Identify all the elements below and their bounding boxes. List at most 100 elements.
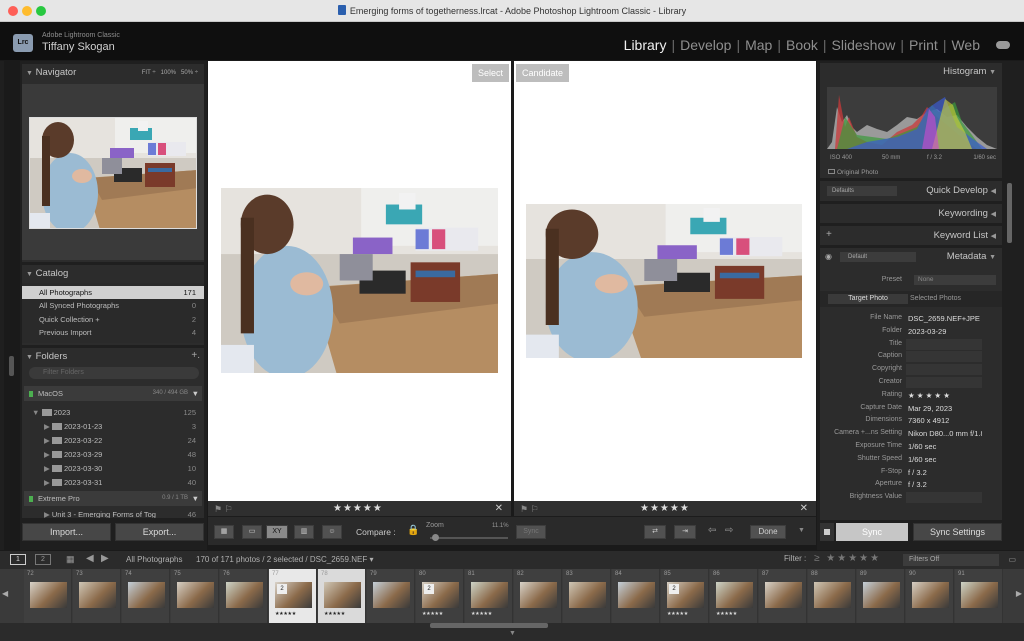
- filmstrip-cell[interactable]: 89: [857, 569, 905, 623]
- filmstrip-cell[interactable]: 78 ★★★★★: [318, 569, 366, 623]
- filmstrip-thumbnail[interactable]: [814, 582, 851, 608]
- lock-icon[interactable]: 🔒: [407, 525, 419, 536]
- filmstrip-thumbnail[interactable]: [765, 582, 802, 608]
- collapse-triangle-icon[interactable]: ▼: [26, 70, 33, 77]
- make-select-icon[interactable]: ⇥: [674, 525, 696, 539]
- folder-item[interactable]: ▶ 2023-03-31 40: [22, 476, 204, 489]
- module-slideshow[interactable]: Slideshow: [832, 37, 896, 53]
- volume-extreme-pro[interactable]: Extreme Pro 0.9 / 1 TB ▼: [24, 491, 202, 506]
- zoom-fit[interactable]: FIT: [142, 70, 151, 76]
- close-icon[interactable]: ✕: [800, 501, 808, 517]
- metadata-value[interactable]: Mar 29, 2023: [906, 403, 982, 414]
- module-book[interactable]: Book: [786, 37, 818, 53]
- metadata-value[interactable]: 1/60 sec: [906, 454, 982, 465]
- swap-icon[interactable]: ⇄: [644, 525, 666, 539]
- grid-icon[interactable]: ▦: [66, 554, 75, 565]
- metadata-value[interactable]: f / 3.2: [906, 467, 982, 478]
- metadata-view-select[interactable]: Default: [840, 252, 916, 262]
- filmstrip-scrollbar[interactable]: [430, 623, 548, 628]
- module-library[interactable]: Library: [624, 37, 667, 53]
- filmstrip-thumbnail[interactable]: [716, 582, 753, 608]
- metadata-value[interactable]: DSC_2659.NEF+JPE: [906, 313, 982, 324]
- zoom-slider[interactable]: [430, 537, 508, 539]
- filmstrip-cell[interactable]: 77 2 ★★★★★: [269, 569, 317, 623]
- chevron-down-icon[interactable]: ▼: [192, 491, 199, 506]
- keyword-list-header[interactable]: + Keyword List ◀: [820, 226, 1002, 245]
- navigator-preview[interactable]: [29, 117, 197, 229]
- metadata-value[interactable]: 7360 x 4912: [906, 415, 982, 426]
- filmstrip-thumbnail[interactable]: [569, 582, 606, 608]
- metadata-value[interactable]: Nikon D80...0 mm f/1.8): [906, 428, 982, 439]
- zoom-50[interactable]: 50%: [181, 70, 193, 76]
- metadata-value[interactable]: [906, 377, 982, 388]
- filmstrip-thumbnail[interactable]: [912, 582, 949, 608]
- metadata-value[interactable]: 2023-03-29: [906, 326, 982, 337]
- quick-develop-preset[interactable]: Defaults: [827, 186, 897, 196]
- filter-toggle-icon[interactable]: ▭: [1008, 555, 1016, 564]
- metadata-value[interactable]: 1/60 sec: [906, 441, 982, 452]
- filmstrip-cell[interactable]: 79: [367, 569, 415, 623]
- preset-select[interactable]: None: [914, 275, 996, 285]
- folder-filter-input[interactable]: Filter Folders: [29, 367, 199, 379]
- filmstrip-left-icon[interactable]: ◀: [2, 589, 8, 598]
- flag-icon[interactable]: ⚑ ⚐: [214, 501, 233, 517]
- second-window-button[interactable]: 2: [35, 554, 51, 565]
- candidate-photo[interactable]: [526, 204, 802, 358]
- tab-target-photo[interactable]: Target Photo: [828, 294, 908, 304]
- metadata-value[interactable]: [906, 351, 982, 363]
- module-develop[interactable]: Develop: [680, 37, 731, 53]
- metadata-value[interactable]: f / 3.2: [906, 479, 982, 490]
- module-map[interactable]: Map: [745, 37, 772, 53]
- filmstrip-thumbnail[interactable]: [79, 582, 116, 608]
- collapse-triangle-icon[interactable]: ◀: [991, 188, 996, 195]
- metadata-value[interactable]: [906, 492, 982, 504]
- filmstrip-thumbnail[interactable]: [226, 582, 263, 608]
- catalog-item-previous-import[interactable]: Previous Import 4: [22, 326, 204, 339]
- filmstrip-thumbnail[interactable]: [863, 582, 900, 608]
- volume-macos[interactable]: MacOS 340 / 494 GB ▼: [24, 386, 202, 401]
- collapse-triangle-icon[interactable]: ▼: [26, 271, 33, 278]
- survey-view-icon[interactable]: ▥: [294, 525, 314, 539]
- candidate-rating-stars[interactable]: ★★★★★: [640, 501, 690, 517]
- keywording-header[interactable]: Keywording ◀: [820, 204, 1002, 223]
- sync-button[interactable]: Sync: [836, 523, 908, 541]
- loupe-view-icon[interactable]: ▭: [242, 525, 262, 539]
- original-photo-checkbox[interactable]: [828, 169, 835, 174]
- filmstrip-cell[interactable]: 73: [73, 569, 121, 623]
- filmstrip-thumbnail[interactable]: [520, 582, 557, 608]
- module-print[interactable]: Print: [909, 37, 938, 53]
- filmstrip-cell[interactable]: 91: [955, 569, 1003, 623]
- sync-toggle[interactable]: [820, 523, 834, 541]
- tab-selected-photos[interactable]: Selected Photos: [910, 291, 961, 307]
- toolbar-menu-icon[interactable]: ▼: [798, 527, 805, 534]
- folder-item[interactable]: ▶ 2023-03-29 48: [22, 448, 204, 461]
- done-button[interactable]: Done: [750, 525, 786, 539]
- folder-item[interactable]: ▶ 2023-03-30 10: [22, 462, 204, 475]
- histogram-chart[interactable]: [827, 87, 997, 149]
- next-icon[interactable]: ⇨: [725, 525, 733, 536]
- collapse-triangle-icon[interactable]: ▼: [26, 354, 33, 361]
- filmstrip-thumbnail[interactable]: [128, 582, 165, 608]
- filmstrip-cell[interactable]: 85 2 ★★★★★: [661, 569, 709, 623]
- grid-view-icon[interactable]: ▦: [214, 525, 234, 539]
- catalog-item-all-photographs[interactable]: All Photographs 171: [22, 286, 204, 299]
- filmstrip-cell[interactable]: 81 ★★★★★: [465, 569, 513, 623]
- filmstrip-cell[interactable]: 90: [906, 569, 954, 623]
- filmstrip-thumbnail[interactable]: [373, 582, 410, 608]
- filmstrip-cell[interactable]: 83: [563, 569, 611, 623]
- metadata-eye-icon[interactable]: ◉: [825, 252, 832, 261]
- filmstrip-cell[interactable]: 87: [759, 569, 807, 623]
- filmstrip-cell[interactable]: 74: [122, 569, 170, 623]
- filmstrip-cell[interactable]: 88: [808, 569, 856, 623]
- filter-stars[interactable]: ≥ ★★★★★: [814, 553, 881, 564]
- catalog-item-synced[interactable]: All Synced Photographs 0: [22, 299, 204, 312]
- filmstrip-cell[interactable]: 72: [24, 569, 72, 623]
- cloud-icon[interactable]: [996, 41, 1010, 49]
- filmstrip-source[interactable]: All Photographs: [126, 555, 182, 564]
- add-folder-button[interactable]: +.: [191, 350, 200, 361]
- filmstrip-cell[interactable]: 86 ★★★★★: [710, 569, 758, 623]
- metadata-value[interactable]: [906, 338, 982, 350]
- quick-develop-header[interactable]: Defaults Quick Develop ◀: [820, 181, 1002, 201]
- filmstrip-collapse-icon[interactable]: ▼: [509, 630, 516, 637]
- select-rating-stars[interactable]: ★★★★★: [333, 501, 383, 517]
